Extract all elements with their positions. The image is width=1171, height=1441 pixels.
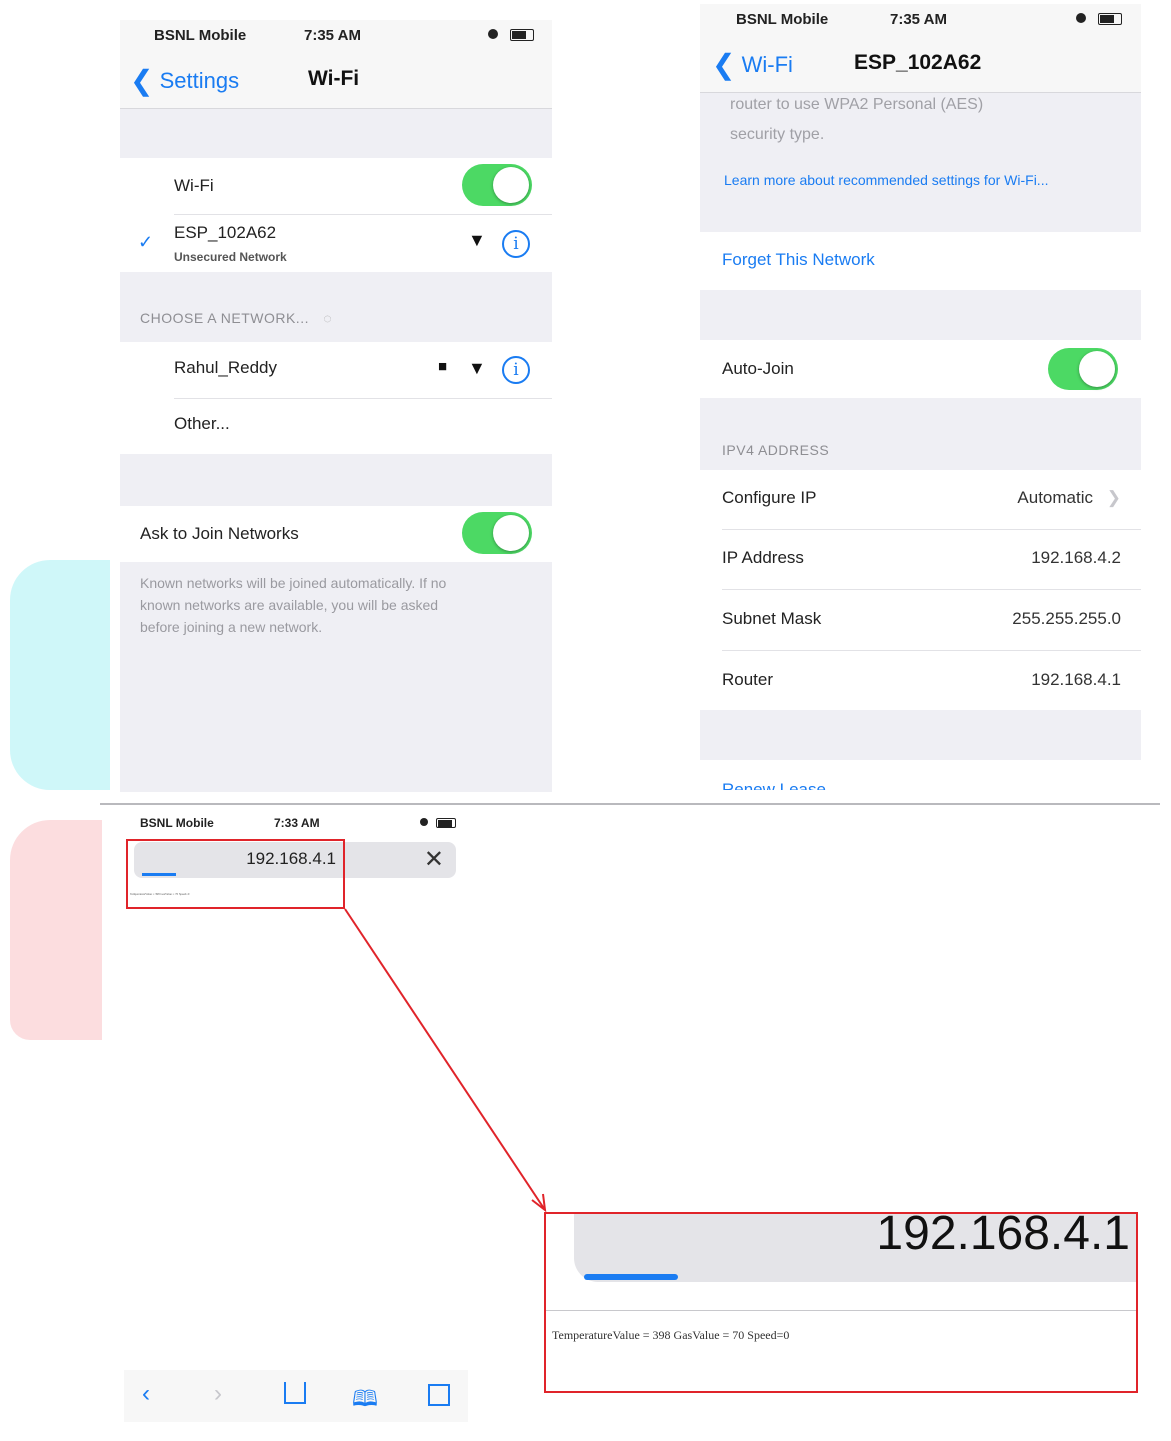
highlight-box-large [544,1212,1138,1393]
